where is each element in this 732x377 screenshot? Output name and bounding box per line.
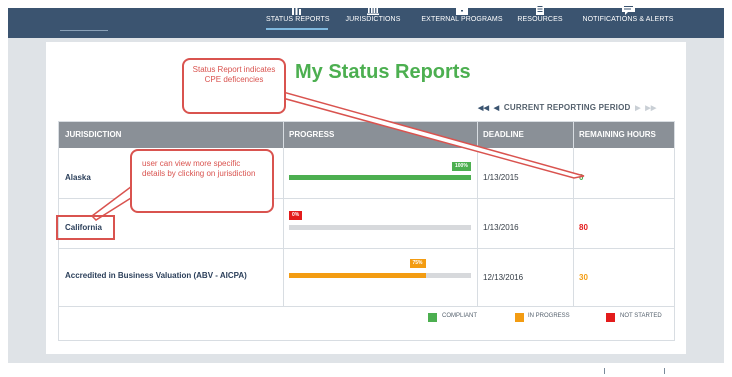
row-divider — [59, 248, 674, 249]
column-divider — [477, 122, 478, 306]
progress-bar-fill — [289, 273, 426, 278]
progress-bar — [289, 175, 471, 180]
previous-period-icon[interactable]: ◀ — [492, 105, 502, 112]
progress-bar-fill — [289, 175, 471, 180]
briefcase-icon — [420, 0, 504, 16]
reporting-period-nav: ◀◀ ◀ CURRENT REPORTING PERIOD ▶ ▶▶ — [478, 103, 656, 112]
remaining-hours-value: 30 — [579, 273, 588, 282]
legend-label: COMPLIANT — [442, 313, 478, 319]
reporting-period-label: CURRENT REPORTING PERIOD — [503, 103, 631, 112]
nav-label: STATUS REPORTS — [266, 16, 330, 23]
callout-text: user can view more specific details by c… — [142, 159, 256, 178]
nav-label: RESOURCES — [517, 16, 563, 23]
legend-swatch-in-progress — [515, 313, 524, 322]
nav-left-underline — [60, 30, 108, 31]
progress-bar — [289, 225, 471, 230]
nav-label: JURISDICTIONS — [345, 16, 401, 23]
next-period-icon[interactable]: ▶ — [633, 105, 643, 112]
page-title: My Status Reports — [295, 61, 471, 83]
column-divider — [573, 122, 574, 306]
jurisdiction-callout: user can view more specific details by c… — [130, 149, 274, 213]
table-header: JURISDICTION PROGRESS DEADLINE REMAINING… — [59, 122, 674, 148]
nav-resources[interactable]: RESOURCES — [516, 0, 564, 30]
column-header: DEADLINE — [483, 130, 524, 139]
callout-text: Status Report indicates CPE deficencies — [192, 65, 276, 84]
nav-external-programs[interactable]: EXTERNAL PROGRAMS — [420, 0, 504, 30]
bottom-tick — [664, 368, 665, 374]
message-icon — [580, 0, 676, 16]
legend-swatch-not-started — [606, 313, 615, 322]
legend-label: IN PROGRESS — [528, 313, 570, 319]
jurisdiction-link-alaska[interactable]: Alaska — [65, 173, 91, 182]
document-icon — [516, 0, 564, 16]
progress-badge: 75% — [409, 259, 426, 268]
nav-label: NOTIFICATIONS & ALERTS — [582, 16, 674, 23]
nav-jurisdictions[interactable]: JURISDICTIONS — [344, 0, 402, 30]
jurisdiction-link-abv[interactable]: Accredited in Business Valuation (ABV - … — [65, 271, 247, 280]
column-header: REMAINING HOURS — [579, 130, 656, 139]
first-period-icon[interactable]: ◀◀ — [478, 105, 489, 112]
building-icon — [344, 0, 402, 16]
deadline-value: 1/13/2015 — [483, 173, 519, 182]
column-header: PROGRESS — [289, 130, 335, 139]
progress-badge: 0% — [289, 211, 303, 220]
bottom-tick — [604, 368, 605, 374]
bar-chart-icon — [266, 0, 328, 16]
deadline-value: 12/13/2016 — [483, 273, 524, 282]
status-report-callout: Status Report indicates CPE deficencies — [182, 58, 286, 114]
remaining-hours-value: 80 — [579, 223, 588, 232]
row-divider — [59, 306, 674, 307]
bottom-strip — [8, 363, 724, 377]
remaining-hours-value: 0 — [579, 173, 584, 182]
column-header: JURISDICTION — [65, 130, 122, 139]
progress-bar — [289, 273, 471, 278]
nav-notifications-alerts[interactable]: NOTIFICATIONS & ALERTS — [580, 0, 676, 30]
nav-label: EXTERNAL PROGRAMS — [421, 16, 503, 23]
legend-swatch-compliant — [428, 313, 437, 322]
legend-label: NOT STARTED — [620, 313, 662, 319]
last-period-icon[interactable]: ▶▶ — [645, 105, 656, 112]
nav-status-reports[interactable]: STATUS REPORTS — [266, 0, 330, 30]
deadline-value: 1/13/2016 — [483, 223, 519, 232]
column-divider — [283, 122, 284, 306]
progress-badge: 100% — [452, 162, 471, 171]
jurisdiction-highlight-box — [56, 215, 115, 240]
